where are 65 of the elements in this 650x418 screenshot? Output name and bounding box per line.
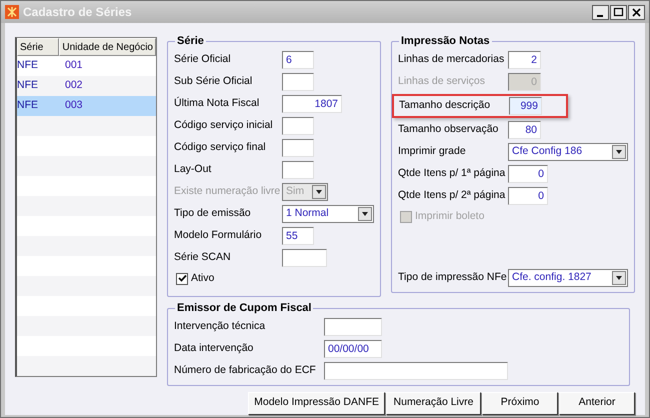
- app-icon: [5, 5, 19, 19]
- table-cell-text: NFE: [17, 78, 39, 94]
- input-field[interactable]: 55: [282, 226, 314, 244]
- field-label: Qtde Itens p/ 2ª página: [398, 188, 506, 203]
- table-cell-text: NFE: [17, 98, 39, 114]
- input-field[interactable]: 0: [508, 186, 548, 204]
- checkbox-label: Ativo: [191, 270, 214, 286]
- input-field[interactable]: 80: [508, 120, 541, 138]
- field-label: Lay-Out: [174, 162, 212, 177]
- dropdown[interactable]: 1 Normal: [282, 204, 374, 222]
- input-field[interactable]: 2: [508, 50, 541, 68]
- input-field[interactable]: 6: [282, 50, 314, 68]
- checkbox[interactable]: [176, 272, 188, 284]
- maximize-icon[interactable]: [610, 4, 627, 20]
- close-icon[interactable]: [628, 4, 645, 20]
- field-label: Existe numeração livre: [174, 184, 282, 199]
- field-label: Sub Série Oficial: [174, 74, 254, 89]
- field-label: Linhas de mercadorias: [398, 52, 506, 67]
- field-label: Número de fabricação do ECF: [174, 362, 317, 378]
- group-title: Impressão Notas: [400, 34, 491, 49]
- input-field[interactable]: [282, 72, 314, 90]
- dropdown[interactable]: Cfe Config 186: [508, 142, 628, 160]
- input-field[interactable]: 1807: [282, 94, 342, 112]
- table-cell-text: 002: [64, 78, 83, 94]
- field-label: Código serviço inicial: [174, 118, 274, 133]
- field-label: Tipo de impressão NFe: [398, 270, 508, 286]
- dialog-button[interactable]: Próximo: [482, 392, 558, 414]
- input-field[interactable]: 0: [508, 164, 548, 182]
- checkmark-icon: [178, 274, 186, 283]
- group-title: Série: [176, 34, 205, 49]
- input-field[interactable]: 999: [509, 96, 542, 114]
- field-label: Imprimir grade: [398, 144, 467, 159]
- table-cell-text: NFE: [17, 58, 39, 74]
- dialog-button[interactable]: Modelo Impressão DANFE: [248, 392, 385, 414]
- field-label: Série SCAN: [174, 250, 232, 265]
- field-label: Qtde Itens p/ 1ª página: [398, 166, 506, 181]
- field-label: Tamanho descrição: [399, 98, 492, 113]
- field-label: Última Nota Fiscal: [174, 96, 260, 111]
- field-label: Linhas de serviços: [398, 74, 486, 89]
- input-field[interactable]: [282, 116, 314, 134]
- table-cell-text: 001: [64, 58, 83, 74]
- dropdown[interactable]: Cfe. config. 1827: [508, 269, 628, 287]
- list-row[interactable]: NFE 002: [17, 76, 156, 96]
- field-label: Tipo de emissão: [174, 206, 252, 221]
- group-title: Emissor de Cupom Fiscal: [176, 301, 312, 316]
- field-label: Data intervenção: [174, 340, 254, 356]
- minimize-icon[interactable]: [592, 4, 609, 20]
- column-header[interactable]: Unidade de Negócio: [59, 38, 156, 56]
- field-label: Código serviço final: [174, 140, 267, 155]
- checkbox-label: Imprimir boleto: [415, 208, 484, 224]
- table-cell-text: 003: [64, 98, 83, 114]
- field-label: Série Oficial: [174, 52, 232, 67]
- field-label: Tamanho observação: [398, 122, 500, 137]
- column-header[interactable]: Série: [17, 38, 60, 56]
- dialog-button[interactable]: Numeração Livre: [386, 392, 481, 414]
- input-field[interactable]: [324, 362, 508, 380]
- field-label: Intervenção técnica: [174, 318, 266, 334]
- input-field[interactable]: [324, 318, 382, 336]
- input-field[interactable]: [282, 248, 327, 266]
- input-field[interactable]: [282, 160, 314, 178]
- list-row[interactable]: NFE 003: [17, 96, 156, 116]
- field-label: Modelo Formulário: [174, 228, 263, 243]
- dialog-button[interactable]: Anterior: [559, 392, 635, 414]
- input-field[interactable]: 00/00/00: [324, 340, 382, 358]
- input-field[interactable]: [282, 138, 314, 156]
